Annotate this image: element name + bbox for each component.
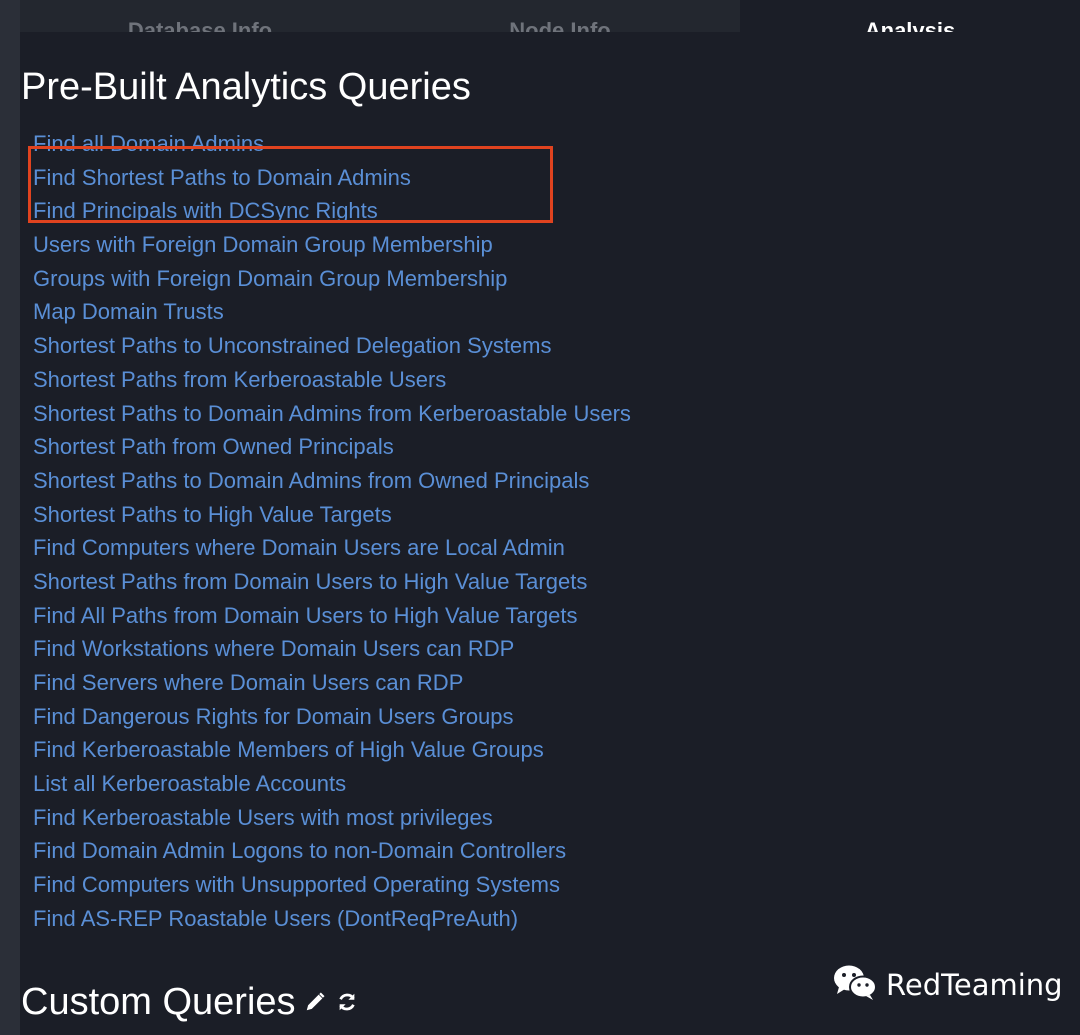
- query-link[interactable]: Users with Foreign Domain Group Membersh…: [33, 228, 631, 262]
- left-scroll-rail: [0, 0, 20, 1035]
- tab-analysis[interactable]: Analysis: [740, 0, 1080, 32]
- watermark: RedTeaming: [832, 962, 1063, 1007]
- query-link[interactable]: Find Dangerous Rights for Domain Users G…: [33, 700, 631, 734]
- query-link[interactable]: Shortest Paths to Unconstrained Delegati…: [33, 329, 631, 363]
- tab-bar: Database Info Node Info Analysis: [20, 0, 1080, 32]
- wechat-icon: [832, 962, 878, 1007]
- query-link[interactable]: Find Domain Admin Logons to non-Domain C…: [33, 834, 631, 868]
- query-link[interactable]: List all Kerberoastable Accounts: [33, 767, 631, 801]
- query-link[interactable]: Shortest Paths to Domain Admins from Ker…: [33, 397, 631, 431]
- watermark-text: RedTeaming: [886, 967, 1063, 1002]
- query-link[interactable]: Find all Domain Admins: [33, 127, 631, 161]
- query-link[interactable]: Find Kerberoastable Users with most priv…: [33, 801, 631, 835]
- query-link[interactable]: Find Computers with Unsupported Operatin…: [33, 868, 631, 902]
- pencil-icon[interactable]: [302, 989, 328, 1015]
- query-link[interactable]: Find Kerberoastable Members of High Valu…: [33, 733, 631, 767]
- query-link[interactable]: Find All Paths from Domain Users to High…: [33, 599, 631, 633]
- refresh-icon[interactable]: [334, 989, 360, 1015]
- tab-database-info[interactable]: Database Info: [20, 0, 380, 32]
- analysis-panel: Database Info Node Info Analysis Pre-Bui…: [0, 0, 1080, 1035]
- query-link[interactable]: Shortest Paths to High Value Targets: [33, 498, 631, 532]
- query-link[interactable]: Find Servers where Domain Users can RDP: [33, 666, 631, 700]
- tab-node-info[interactable]: Node Info: [380, 0, 740, 32]
- custom-queries-label: Custom Queries: [21, 981, 296, 1023]
- query-link[interactable]: Groups with Foreign Domain Group Members…: [33, 262, 631, 296]
- query-link[interactable]: Find Computers where Domain Users are Lo…: [33, 531, 631, 565]
- query-link[interactable]: Find Workstations where Domain Users can…: [33, 632, 631, 666]
- custom-queries-title: Custom Queries: [21, 980, 360, 1024]
- query-link[interactable]: Find Principals with DCSync Rights: [33, 194, 631, 228]
- query-link[interactable]: Shortest Paths to Domain Admins from Own…: [33, 464, 631, 498]
- query-link[interactable]: Shortest Path from Owned Principals: [33, 430, 631, 464]
- prebuilt-queries-title: Pre-Built Analytics Queries: [21, 66, 471, 108]
- query-link[interactable]: Shortest Paths from Domain Users to High…: [33, 565, 631, 599]
- query-link[interactable]: Map Domain Trusts: [33, 295, 631, 329]
- prebuilt-query-list: Find all Domain Admins Find Shortest Path…: [33, 127, 631, 936]
- query-link[interactable]: Shortest Paths from Kerberoastable Users: [33, 363, 631, 397]
- query-link[interactable]: Find Shortest Paths to Domain Admins: [33, 161, 631, 195]
- query-link[interactable]: Find AS-REP Roastable Users (DontReqPreA…: [33, 902, 631, 936]
